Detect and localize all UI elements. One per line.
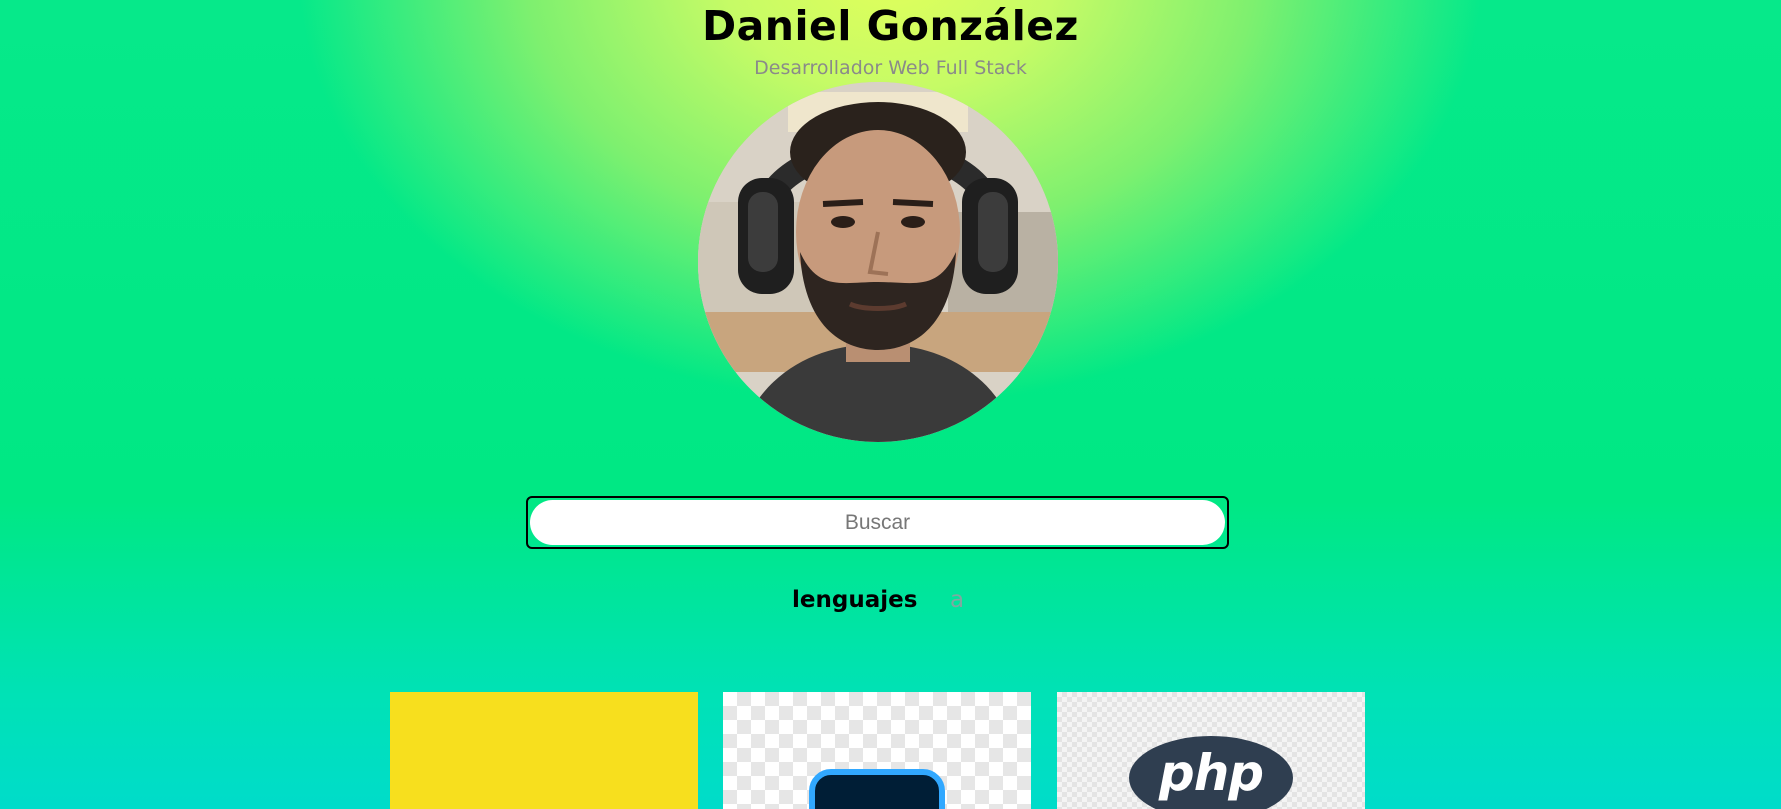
photoshop-logo-icon bbox=[809, 769, 945, 809]
search-field-frame bbox=[526, 496, 1229, 549]
avatar bbox=[698, 82, 1058, 442]
profile-subtitle: Desarrollador Web Full Stack bbox=[754, 57, 1027, 79]
php-logo-text: php bbox=[1158, 744, 1264, 802]
filter-lenguajes[interactable]: lenguajes bbox=[792, 587, 917, 613]
profile-name: Daniel González bbox=[702, 2, 1079, 50]
search-input[interactable] bbox=[530, 500, 1225, 545]
filter-bar: lenguajes a bbox=[0, 587, 1781, 617]
profile-photo-icon bbox=[698, 82, 1058, 442]
card-javascript[interactable] bbox=[390, 692, 698, 809]
technology-cards: php bbox=[0, 692, 1781, 809]
php-logo-icon: php bbox=[1129, 736, 1293, 809]
card-photoshop[interactable] bbox=[723, 692, 1031, 809]
card-php[interactable]: php bbox=[1057, 692, 1365, 809]
filter-a[interactable]: a bbox=[950, 587, 964, 613]
